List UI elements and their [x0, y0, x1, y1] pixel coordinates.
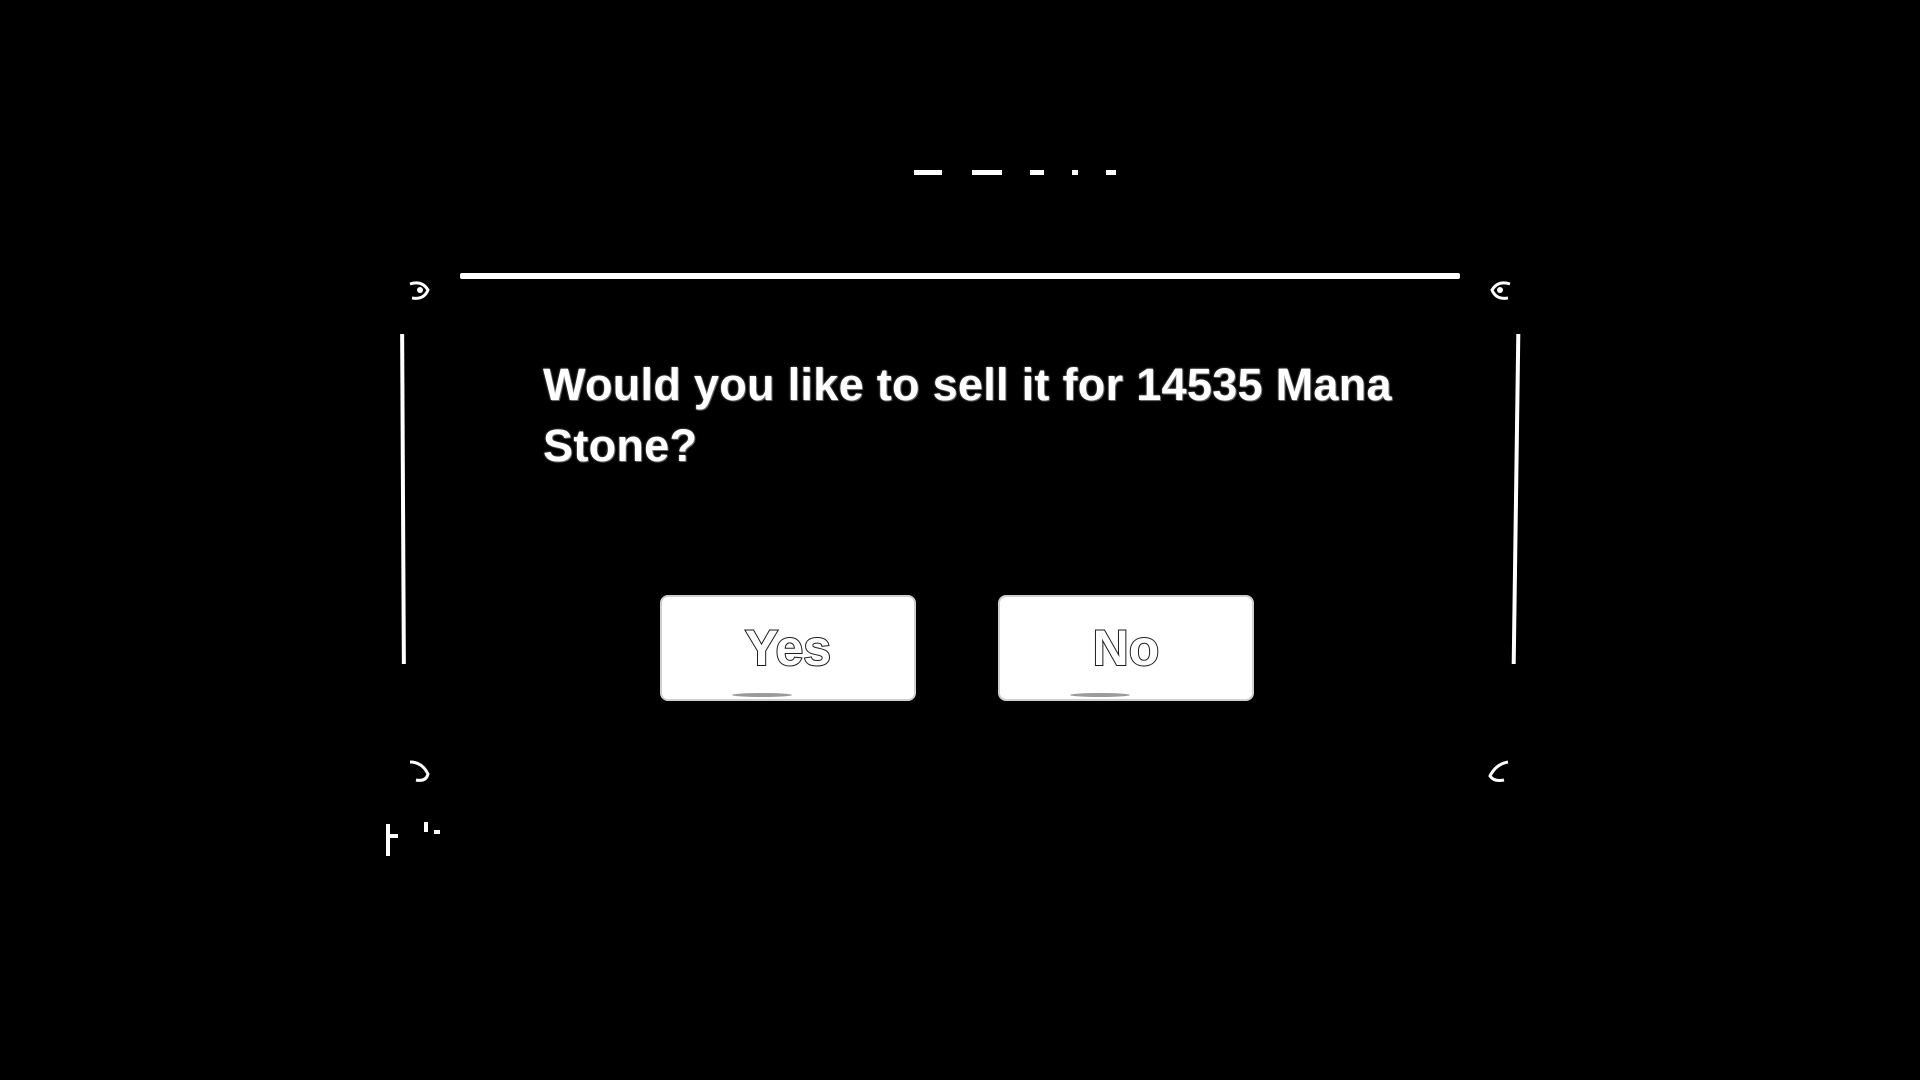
no-button-label: No [1092, 619, 1161, 677]
game-screen: Would you like to sell it for 14535 Mana… [0, 0, 1920, 1080]
button-shine [1070, 693, 1130, 697]
ornament-corner-icon [1486, 276, 1516, 306]
yes-button-label: Yes [744, 619, 832, 677]
yes-button[interactable]: Yes [660, 595, 916, 701]
top-decoration [850, 166, 1120, 182]
dialog-frame-left [400, 333, 406, 665]
ornament-corner-icon [1484, 756, 1514, 786]
dialog-frame-top [460, 273, 1460, 279]
bottom-left-decoration [384, 814, 474, 864]
dialog-frame-right [1511, 333, 1521, 665]
no-button[interactable]: No [998, 595, 1254, 701]
button-shine [732, 693, 792, 697]
sell-confirm-dialog: Would you like to sell it for 14535 Mana… [398, 266, 1522, 792]
ornament-corner-icon [404, 756, 434, 786]
ornament-corner-icon [404, 276, 434, 306]
dialog-message: Would you like to sell it for 14535 Mana… [543, 359, 1392, 471]
